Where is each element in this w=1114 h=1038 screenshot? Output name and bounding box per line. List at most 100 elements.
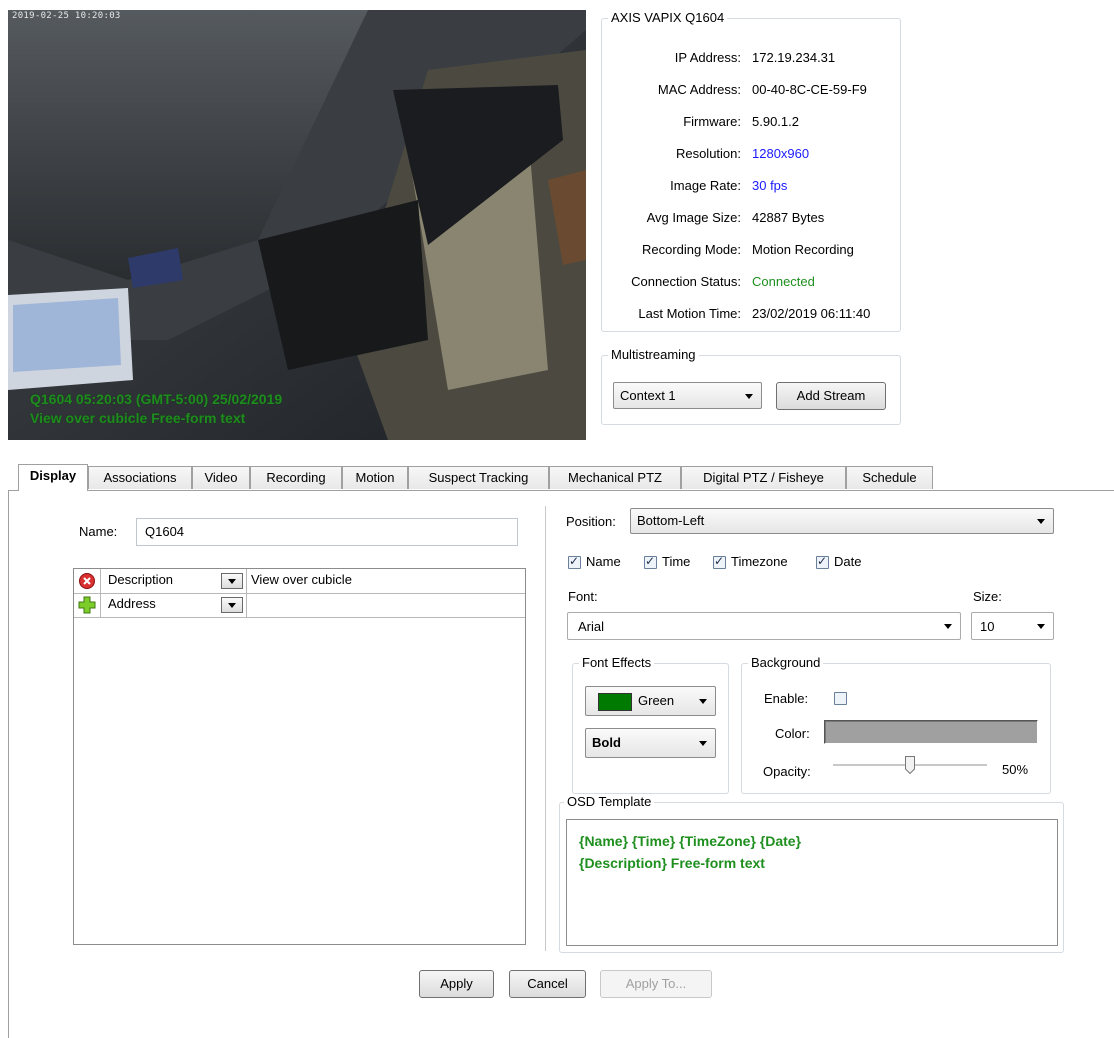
chevron-down-icon <box>1037 624 1045 629</box>
checkbox-label: Date <box>834 554 862 569</box>
chevron-down-icon <box>699 741 707 746</box>
info-value: 00-40-8C-CE-59-F9 <box>752 82 867 97</box>
opacity-label: Opacity: <box>763 764 811 779</box>
tab-motion[interactable]: Motion <box>342 466 408 489</box>
name-input[interactable]: Q1604 <box>136 518 518 546</box>
tab-associations[interactable]: Associations <box>88 466 192 489</box>
info-value: 1280x960 <box>752 146 810 161</box>
tab-divider <box>8 490 1114 491</box>
opacity-slider[interactable] <box>833 754 987 776</box>
size-select[interactable]: 10 <box>971 612 1054 640</box>
remove-icon[interactable] <box>78 572 96 590</box>
checkbox-time[interactable] <box>644 554 657 569</box>
grid-divider <box>246 593 247 617</box>
info-value: 172.19.234.31 <box>752 50 836 65</box>
attribute-value[interactable]: View over cubicle <box>251 572 352 587</box>
font-style-select[interactable]: Bold <box>585 728 716 758</box>
position-select[interactable]: Bottom-Left <box>630 508 1054 534</box>
column-separator <box>545 506 546 951</box>
camera-timestamp: 2019-02-25 10:20:03 <box>12 11 121 21</box>
grid-divider <box>100 569 101 593</box>
info-label: Recording Mode: <box>642 242 741 257</box>
camera-info-title: AXIS VAPIX Q1604 <box>608 10 728 25</box>
chevron-down-icon <box>944 624 952 629</box>
tab-suspect-tracking[interactable]: Suspect Tracking <box>408 466 549 489</box>
checkbox-label: Timezone <box>731 554 788 569</box>
checkbox-date[interactable] <box>816 554 829 569</box>
add-icon[interactable] <box>78 596 96 614</box>
cancel-button[interactable]: Cancel <box>509 970 586 998</box>
opacity-slider-thumb[interactable] <box>905 756 915 775</box>
info-value: 42887 Bytes <box>752 210 825 225</box>
tab-mechanical-ptz[interactable]: Mechanical PTZ <box>549 466 681 489</box>
tab-schedule[interactable]: Schedule <box>846 466 933 489</box>
osd-template-textarea[interactable]: {Name} {Time} {TimeZone} {Date} {Descrip… <box>566 819 1058 946</box>
attribute-row[interactable]: Address <box>74 593 525 618</box>
attribute-field-dropdown[interactable] <box>221 597 243 613</box>
apply-to-button[interactable]: Apply To... <box>600 970 712 998</box>
info-label: Firmware: <box>683 114 741 129</box>
chevron-down-icon <box>1037 519 1045 524</box>
font-select-value: Arial <box>578 619 605 634</box>
background-title: Background <box>748 655 824 670</box>
chevron-down-icon <box>745 393 753 399</box>
size-select-value: 10 <box>980 619 995 634</box>
info-value: 5.90.1.2 <box>752 114 799 129</box>
checkbox-name[interactable] <box>568 554 581 569</box>
attribute-field-name: Description <box>108 572 174 587</box>
font-effects-title: Font Effects <box>579 655 655 670</box>
attribute-row[interactable]: Description View over cubicle <box>74 569 525 594</box>
info-value: 30 fps <box>752 178 788 193</box>
tab-digital-ptz-fisheye[interactable]: Digital PTZ / Fisheye <box>681 466 846 489</box>
info-value: Connected <box>752 274 815 289</box>
panel-left-border <box>8 490 9 1038</box>
chevron-down-icon <box>228 579 236 584</box>
opacity-value: 50% <box>1002 762 1029 777</box>
grid-divider <box>100 593 101 617</box>
attribute-field-dropdown[interactable] <box>221 573 243 589</box>
info-label: MAC Address: <box>657 82 741 97</box>
camera-image <box>8 10 586 440</box>
apply-button[interactable]: Apply <box>419 970 494 998</box>
name-label: Name: <box>79 524 118 539</box>
osd-preview-line-2: View over cubicle Free-form text <box>30 410 246 426</box>
checkbox-label: Name <box>586 554 621 569</box>
chevron-down-icon <box>699 699 707 704</box>
grid-divider <box>246 569 247 593</box>
font-style-value: Bold <box>592 735 621 750</box>
context-select-value: Context 1 <box>620 388 676 403</box>
position-label: Position: <box>566 514 616 529</box>
osd-template-title: OSD Template <box>564 794 655 809</box>
add-stream-button[interactable]: Add Stream <box>776 382 886 410</box>
tab-display[interactable]: Display <box>18 464 88 491</box>
font-color-value: Green <box>638 693 675 708</box>
attributes-grid[interactable]: Description View over cubicle Address <box>73 568 526 945</box>
background-enable-label: Enable: <box>764 691 809 706</box>
context-select[interactable]: Context 1 <box>613 382 762 409</box>
checkbox-timezone[interactable] <box>713 554 726 569</box>
multistreaming-title: Multistreaming <box>608 347 699 362</box>
size-label: Size: <box>973 589 1002 604</box>
font-color-swatch <box>598 693 632 711</box>
tab-recording[interactable]: Recording <box>250 466 342 489</box>
info-label: Resolution: <box>675 146 741 161</box>
background-color-label: Color: <box>775 726 810 741</box>
info-value: 23/02/2019 06:11:40 <box>752 306 871 321</box>
osd-template-line-2: {Description} Free-form text <box>579 855 765 871</box>
info-label: Image Rate: <box>670 178 741 193</box>
background-color-picker[interactable] <box>824 720 1038 744</box>
checkbox-label: Time <box>662 554 691 569</box>
chevron-down-icon <box>228 603 236 608</box>
info-label: Last Motion Time: <box>638 306 741 321</box>
info-label: IP Address: <box>674 50 741 65</box>
position-select-value: Bottom-Left <box>637 513 705 528</box>
tab-video[interactable]: Video <box>192 466 250 489</box>
info-label: Avg Image Size: <box>646 210 741 225</box>
font-select[interactable]: Arial <box>567 612 961 640</box>
attribute-field-name: Address <box>108 596 156 611</box>
font-label: Font: <box>568 589 598 604</box>
font-color-select[interactable]: Green <box>585 686 716 716</box>
camera-preview[interactable]: 2019-02-25 10:20:03 Q1604 05:20:03 (GMT-… <box>8 10 586 440</box>
background-enable-checkbox[interactable] <box>834 692 847 705</box>
osd-preview-line-1: Q1604 05:20:03 (GMT-5:00) 25/02/2019 <box>30 391 283 407</box>
